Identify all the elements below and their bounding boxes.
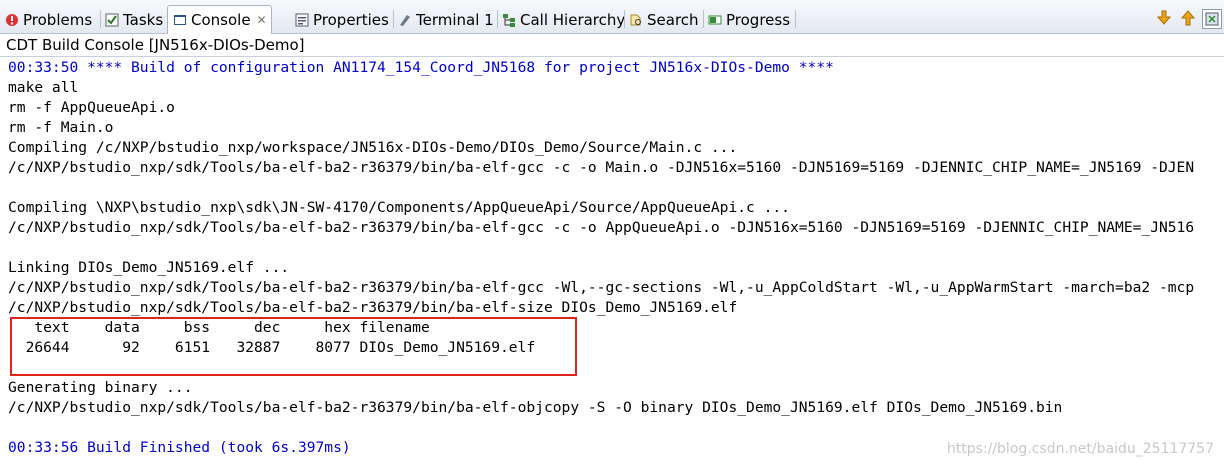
size-output-highlight-box xyxy=(10,317,577,376)
close-icon[interactable]: ✕ xyxy=(257,13,267,27)
problems-icon xyxy=(4,12,20,28)
tasks-icon xyxy=(104,12,120,28)
console-line: /c/NXP/bstudio_nxp/sdk/Tools/ba-elf-ba2-… xyxy=(8,219,1195,236)
console-line: Linking DIOs_Demo_JN5169.elf ... xyxy=(8,259,290,276)
tab-label: Terminal 1 xyxy=(416,11,494,29)
properties-icon xyxy=(294,12,310,28)
tab-search[interactable]: Search xyxy=(628,6,699,34)
console-line: make all xyxy=(8,79,79,96)
tab-divider xyxy=(497,10,498,28)
tab-divider xyxy=(703,10,704,28)
tab-label: Problems xyxy=(23,11,93,29)
tab-label: Progress xyxy=(726,11,791,29)
scroll-down-icon[interactable] xyxy=(1155,9,1173,27)
progress-icon xyxy=(707,12,723,28)
console-line: Compiling /c/NXP/bstudio_nxp/workspace/J… xyxy=(8,139,738,156)
tab-console[interactable]: Console ✕ xyxy=(167,5,272,34)
tab-progress[interactable]: Progress xyxy=(707,6,790,34)
terminal-icon xyxy=(397,12,413,28)
tab-label: Properties xyxy=(313,11,389,29)
console-line: 00:33:56 Build Finished (took 6s.397ms) xyxy=(8,439,351,456)
tab-terminal[interactable]: Terminal 1 xyxy=(397,6,494,34)
console-line: /c/NXP/bstudio_nxp/sdk/Tools/ba-elf-ba2-… xyxy=(8,279,1195,296)
tab-divider xyxy=(393,10,394,28)
call-hierarchy-icon xyxy=(501,12,517,28)
tab-label: Console xyxy=(191,11,251,29)
tab-divider xyxy=(624,10,625,28)
tab-problems[interactable]: Problems xyxy=(4,6,92,34)
console-line: Compiling \NXP\bstudio_nxp\sdk\JN-SW-417… xyxy=(8,199,790,216)
tab-divider xyxy=(795,10,796,28)
search-icon xyxy=(628,12,644,28)
console-line: /c/NXP/bstudio_nxp/sdk/Tools/ba-elf-ba2-… xyxy=(8,159,1195,176)
tab-call-hierarchy[interactable]: Call Hierarchy xyxy=(501,6,625,34)
console-line: /c/NXP/bstudio_nxp/sdk/Tools/ba-elf-ba2-… xyxy=(8,399,1063,416)
console-line: 00:33:50 **** Build of configuration AN1… xyxy=(8,59,834,76)
view-tab-bar: Problems Tasks Console ✕ Properties Term… xyxy=(0,0,1224,34)
console-line: Generating binary ... xyxy=(8,379,193,396)
console-icon xyxy=(172,12,188,28)
pin-icon[interactable] xyxy=(1202,9,1222,29)
tab-label: Call Hierarchy xyxy=(520,11,626,29)
tab-label: Tasks xyxy=(123,11,164,29)
scroll-up-icon[interactable] xyxy=(1179,9,1197,27)
console-line: /c/NXP/bstudio_nxp/sdk/Tools/ba-elf-ba2-… xyxy=(8,299,738,316)
tab-divider xyxy=(100,10,101,28)
tab-tasks[interactable]: Tasks xyxy=(104,6,163,34)
watermark: https://blog.csdn.net/baidu_25117757 xyxy=(946,441,1214,457)
console-title: CDT Build Console [JN516x-DIOs-Demo] xyxy=(0,35,1224,57)
console-line: rm -f Main.o xyxy=(8,119,114,136)
console-output[interactable]: 00:33:50 **** Build of configuration AN1… xyxy=(0,57,1224,467)
tab-properties[interactable]: Properties xyxy=(294,6,389,34)
tab-label: Search xyxy=(647,11,699,29)
console-line: rm -f AppQueueApi.o xyxy=(8,99,175,116)
